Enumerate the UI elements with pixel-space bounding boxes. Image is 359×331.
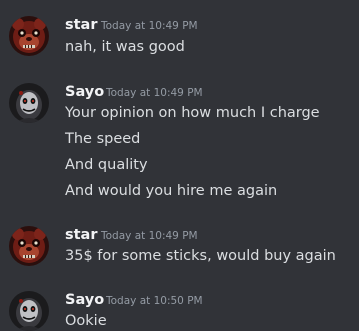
message-timestamp[interactable]: Today at 10:49 PM bbox=[101, 229, 198, 243]
dark-figure-avatar-icon[interactable] bbox=[9, 83, 49, 123]
message-timestamp[interactable]: Today at 10:49 PM bbox=[101, 19, 198, 33]
message-author[interactable]: star bbox=[65, 16, 98, 34]
message-author[interactable]: star bbox=[65, 226, 98, 244]
message-text: Your opinion on how much I charge bbox=[65, 105, 320, 121]
message-text: Ookie bbox=[65, 313, 107, 329]
red-animatronic-bear-avatar-icon[interactable] bbox=[9, 226, 49, 266]
message-text: nah, it was good bbox=[65, 39, 185, 55]
message-timestamp[interactable]: Today at 10:50 PM bbox=[106, 294, 203, 308]
dark-figure-avatar-icon[interactable] bbox=[9, 291, 49, 331]
message-text: And quality bbox=[65, 157, 148, 173]
message-author[interactable]: Sayo bbox=[65, 83, 104, 101]
chat-message-list: star Today at 10:49 PM nah, it was good … bbox=[0, 0, 359, 331]
message-text: 35$ for some sticks, would buy again bbox=[65, 248, 336, 264]
message-text: And would you hire me again bbox=[65, 183, 278, 199]
message-timestamp[interactable]: Today at 10:49 PM bbox=[106, 86, 203, 100]
message-author[interactable]: Sayo bbox=[65, 291, 104, 309]
message-text: The speed bbox=[65, 131, 141, 147]
red-animatronic-bear-avatar-icon[interactable] bbox=[9, 16, 49, 56]
